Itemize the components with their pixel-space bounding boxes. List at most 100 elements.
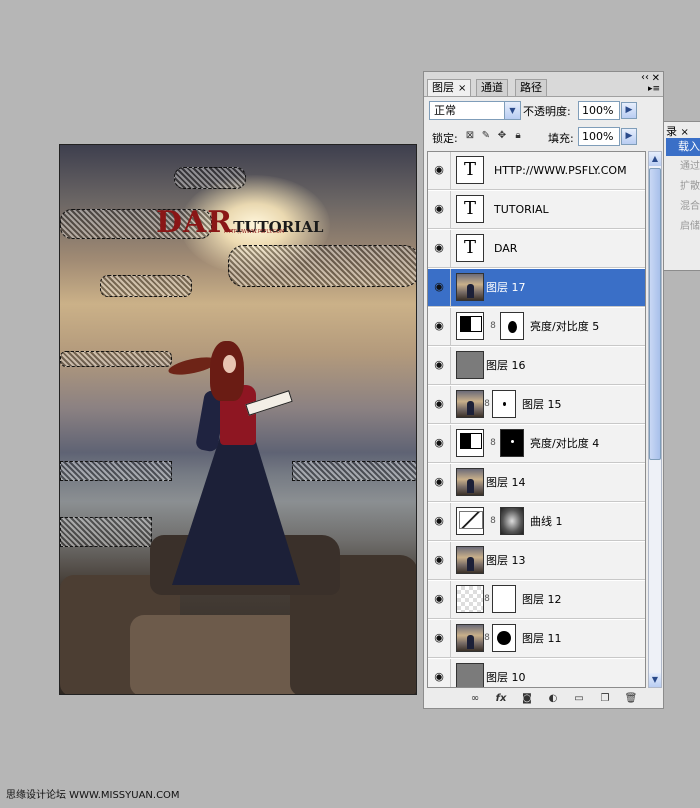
layer-name: 图层 13: [486, 554, 526, 567]
trash-icon[interactable]: 🗑︎: [624, 692, 638, 706]
history-item[interactable]: 通过: [666, 158, 700, 176]
eye-icon[interactable]: ◉: [431, 513, 447, 529]
eye-icon[interactable]: ◉: [431, 201, 447, 217]
minimize-icon[interactable]: ‹‹: [641, 72, 649, 83]
fill-slider-button[interactable]: ▶: [621, 128, 637, 145]
layer-mask-thumbnail[interactable]: [500, 312, 524, 340]
chain-link-icon[interactable]: 8: [484, 398, 490, 410]
divider: [450, 152, 451, 190]
eye-icon[interactable]: ◉: [431, 669, 447, 685]
layer-row[interactable]: ◉ 图层 14: [428, 464, 645, 502]
layer-row[interactable]: ◉ 图层 13: [428, 542, 645, 580]
layer-thumbnail: [456, 468, 484, 496]
rock: [130, 615, 310, 694]
tab-layers[interactable]: 图层 ×: [427, 79, 472, 96]
layer-row[interactable]: ◉ T HTTP://WWW.PSFLY.COM: [428, 152, 645, 190]
new-layer-icon[interactable]: ❐: [598, 692, 612, 706]
history-item-selected[interactable]: 载入: [666, 138, 700, 156]
chevron-down-icon[interactable]: ▼: [504, 102, 520, 119]
eye-icon[interactable]: ◉: [431, 396, 447, 412]
eye-icon[interactable]: ◉: [431, 357, 447, 373]
divider: [450, 464, 451, 502]
link-layers-icon[interactable]: ∞: [468, 692, 482, 706]
fill-input[interactable]: 100%: [578, 127, 620, 146]
close-icon[interactable]: ×: [681, 127, 689, 138]
tab-paths[interactable]: 路径: [515, 79, 547, 96]
layer-row[interactable]: ◉ T TUTORIAL: [428, 191, 645, 229]
layer-row[interactable]: ◉ T DAR: [428, 230, 645, 268]
blend-mode-select[interactable]: 正常 ▼: [429, 101, 521, 120]
layer-name: HTTP://WWW.PSFLY.COM: [494, 164, 627, 177]
lock-transparency-icon[interactable]: ⊠: [464, 130, 476, 142]
layer-mask-thumbnail[interactable]: [500, 507, 524, 535]
tab-label: 路径: [520, 81, 542, 94]
opacity-slider-button[interactable]: ▶: [621, 102, 637, 119]
layer-mask-thumbnail[interactable]: [492, 585, 516, 613]
eye-icon[interactable]: ◉: [431, 318, 447, 334]
layer-row[interactable]: ◉ 8 曲线 1: [428, 503, 645, 541]
add-mask-icon[interactable]: ◙: [520, 692, 534, 706]
layer-row[interactable]: ◉ 图层 10: [428, 659, 645, 687]
history-item[interactable]: 混合: [666, 198, 700, 216]
layer-row[interactable]: ◉ 8 图层 15: [428, 386, 645, 424]
text-layer-thumbnail: T: [456, 156, 484, 184]
adjustment-layer-icon[interactable]: ◐: [546, 692, 560, 706]
eye-icon[interactable]: ◉: [431, 162, 447, 178]
history-item[interactable]: 扩散: [666, 178, 700, 196]
divider: [450, 347, 451, 385]
divider: [450, 308, 451, 346]
layer-name: 亮度/对比度 5: [530, 320, 600, 333]
chain-link-icon[interactable]: 8: [490, 437, 496, 449]
eye-icon[interactable]: ◉: [431, 240, 447, 256]
tab-history[interactable]: 录 ×: [666, 123, 689, 139]
chain-link-icon[interactable]: 8: [484, 593, 490, 605]
eye-icon[interactable]: ◉: [431, 552, 447, 568]
layers-list: ◉ T HTTP://WWW.PSFLY.COM ◉ T TUTORIAL ◉ …: [427, 151, 646, 688]
layer-row-selected[interactable]: ◉ 图层 17: [428, 269, 645, 307]
selection-marquee-sea-right: [292, 461, 416, 481]
chain-link-icon[interactable]: 8: [490, 515, 496, 527]
layer-row[interactable]: ◉ 8 亮度/对比度 4: [428, 425, 645, 463]
close-icon[interactable]: ×: [458, 83, 466, 94]
opacity-input[interactable]: 100%: [578, 101, 620, 120]
layers-scrollbar[interactable]: ▲ ▼: [648, 151, 662, 688]
layer-row[interactable]: ◉ 8 图层 12: [428, 581, 645, 619]
lock-all-icon[interactable]: 🔒︎: [512, 130, 524, 142]
eye-icon[interactable]: ◉: [431, 279, 447, 295]
eye-icon[interactable]: ◉: [431, 474, 447, 490]
chain-link-icon[interactable]: 8: [490, 320, 496, 332]
layers-panel: 图层 × 通道 路径 ‹‹ ✕ ▸≡ 正常 ▼ 不透明度: 100% ▶ 锁定: …: [423, 71, 664, 709]
panel-close-icon[interactable]: ✕: [652, 73, 660, 84]
chain-link-icon[interactable]: 8: [484, 632, 490, 644]
layer-row[interactable]: ◉ 图层 16: [428, 347, 645, 385]
mask-shape: [497, 631, 511, 645]
eye-icon[interactable]: ◉: [431, 630, 447, 646]
layer-thumbnail: [456, 351, 484, 379]
layer-style-fx-icon[interactable]: fx: [494, 692, 508, 706]
logo-url: HTTP://WWW.PSFLY.COM: [224, 229, 285, 235]
layer-thumbnail: [456, 390, 484, 418]
eye-icon[interactable]: ◉: [431, 591, 447, 607]
scroll-up-icon[interactable]: ▲: [649, 152, 661, 166]
layer-name: 曲线 1: [530, 515, 563, 528]
panel-menu-icon[interactable]: ▸≡: [648, 84, 660, 94]
scroll-down-icon[interactable]: ▼: [649, 673, 661, 687]
figure-face: [223, 355, 236, 373]
layer-row[interactable]: ◉ 8 亮度/对比度 5: [428, 308, 645, 346]
layer-mask-thumbnail[interactable]: [492, 624, 516, 652]
new-group-folder-icon[interactable]: ▭: [572, 692, 586, 706]
lock-brush-icon[interactable]: ✎: [480, 130, 492, 142]
tab-channels[interactable]: 通道: [476, 79, 508, 96]
lock-move-icon[interactable]: ✥: [496, 130, 508, 142]
layer-name: 图层 15: [522, 398, 562, 411]
eye-icon[interactable]: ◉: [431, 435, 447, 451]
layer-row[interactable]: ◉ 8 图层 11: [428, 620, 645, 658]
scrollbar-thumb[interactable]: [649, 168, 661, 460]
selection-marquee-sea-bottom: [60, 517, 152, 547]
divider: [450, 659, 451, 687]
layer-mask-thumbnail[interactable]: [492, 390, 516, 418]
lock-row: 锁定: ⊠ ✎ ✥ 🔒︎ 填充: 100% ▶: [428, 127, 660, 147]
history-item[interactable]: 启储: [666, 218, 700, 236]
document-canvas[interactable]: DARTUTORIAL HTTP://WWW.PSFLY.COM: [59, 144, 417, 695]
layer-mask-thumbnail[interactable]: [500, 429, 524, 457]
